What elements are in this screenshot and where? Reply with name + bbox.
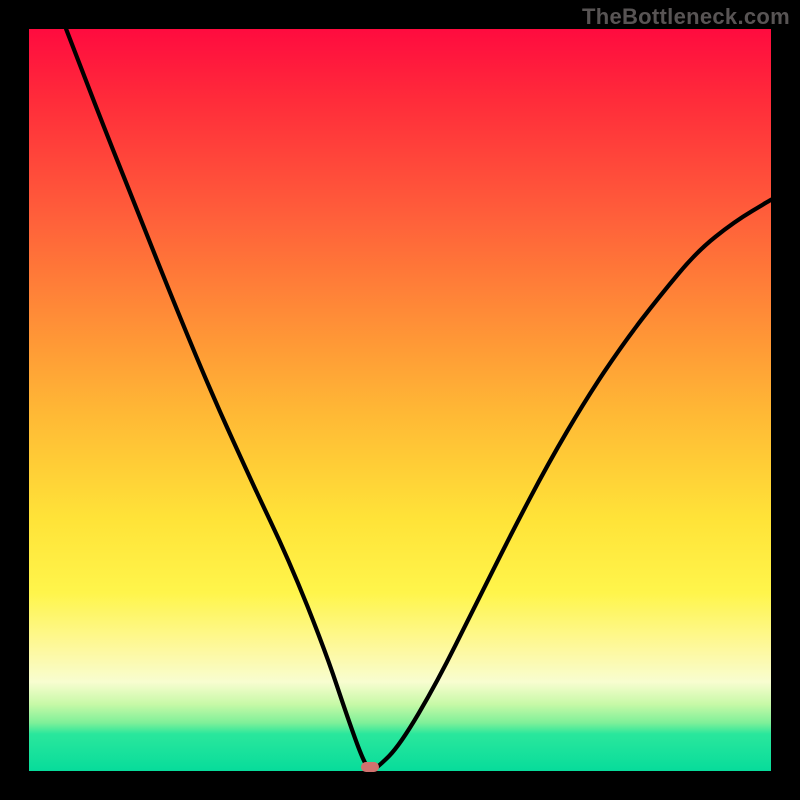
plot-area [29,29,771,771]
bottleneck-curve [29,29,771,771]
minimum-marker [361,762,379,772]
watermark-text: TheBottleneck.com [582,4,790,30]
chart-frame: TheBottleneck.com [0,0,800,800]
